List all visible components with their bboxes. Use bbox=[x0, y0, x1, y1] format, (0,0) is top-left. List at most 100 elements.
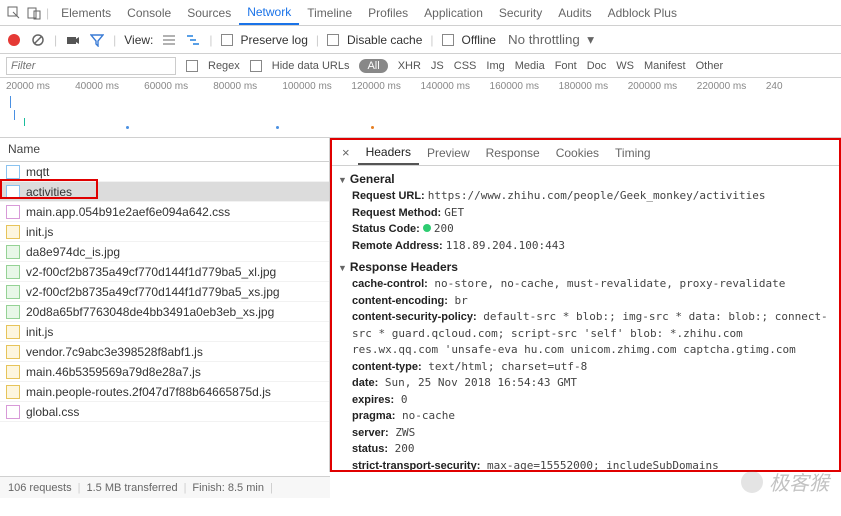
file-icon bbox=[6, 265, 20, 279]
tab-timeline[interactable]: Timeline bbox=[299, 1, 360, 25]
filter-input[interactable] bbox=[6, 57, 176, 75]
timeline[interactable]: 20000 ms40000 ms60000 ms80000 ms100000 m… bbox=[0, 78, 841, 138]
request-method: GET bbox=[444, 206, 464, 219]
file-icon bbox=[6, 245, 20, 259]
file-icon bbox=[6, 345, 20, 359]
tab-audits[interactable]: Audits bbox=[550, 1, 599, 25]
filter-css[interactable]: CSS bbox=[454, 60, 477, 72]
response-header-row: cache-control: no-store, no-cache, must-… bbox=[338, 276, 833, 293]
section-response-headers[interactable]: Response Headers bbox=[338, 258, 833, 276]
detail-tab-timing[interactable]: Timing bbox=[607, 141, 659, 165]
tab-network[interactable]: Network bbox=[239, 0, 299, 25]
detail-tab-headers[interactable]: Headers bbox=[358, 140, 419, 165]
regex-checkbox[interactable] bbox=[186, 60, 198, 72]
tab-application[interactable]: Application bbox=[416, 1, 491, 25]
inspect-icon[interactable] bbox=[6, 5, 22, 21]
file-icon bbox=[6, 385, 20, 399]
filter-doc[interactable]: Doc bbox=[587, 60, 607, 72]
hide-data-label: Hide data URLs bbox=[272, 60, 350, 72]
filter-font[interactable]: Font bbox=[555, 60, 577, 72]
file-icon bbox=[6, 165, 20, 179]
request-name: main.people-routes.2f047d7f88b64665875d.… bbox=[26, 385, 271, 399]
status-code: 200 bbox=[434, 222, 454, 235]
detail-tab-preview[interactable]: Preview bbox=[419, 141, 478, 165]
request-row[interactable]: mqtt bbox=[0, 162, 329, 182]
preserve-log-label: Preserve log bbox=[241, 33, 308, 47]
tab-security[interactable]: Security bbox=[491, 1, 550, 25]
request-row[interactable]: main.people-routes.2f047d7f88b64665875d.… bbox=[0, 382, 329, 402]
throttling-select[interactable]: No throttling ▾ bbox=[504, 30, 598, 50]
filter-ws[interactable]: WS bbox=[616, 60, 634, 72]
request-row[interactable]: global.css bbox=[0, 402, 329, 422]
hide-data-checkbox[interactable] bbox=[250, 60, 262, 72]
request-name: init.js bbox=[26, 225, 53, 239]
request-name: main.app.054b91e2aef6e094a642.css bbox=[26, 205, 230, 219]
request-name: v2-f00cf2b8735a49cf770d144f1d779ba5_xl.j… bbox=[26, 265, 276, 279]
request-row[interactable]: vendor.7c9abc3e398528f8abf1.js bbox=[0, 342, 329, 362]
record-icon[interactable] bbox=[6, 32, 22, 48]
tab-adblock-plus[interactable]: Adblock Plus bbox=[600, 1, 685, 25]
file-icon bbox=[6, 305, 20, 319]
request-name: main.46b5359569a79d8e28a7.js bbox=[26, 365, 201, 379]
tab-elements[interactable]: Elements bbox=[53, 1, 119, 25]
regex-label: Regex bbox=[208, 60, 240, 72]
response-header-row: date: Sun, 25 Nov 2018 16:54:43 GMT bbox=[338, 375, 833, 392]
filter-img[interactable]: Img bbox=[486, 60, 504, 72]
detail-tab-response[interactable]: Response bbox=[478, 141, 548, 165]
request-row[interactable]: main.46b5359569a79d8e28a7.js bbox=[0, 362, 329, 382]
disable-cache-checkbox[interactable] bbox=[327, 34, 339, 46]
request-row[interactable]: v2-f00cf2b8735a49cf770d144f1d779ba5_xl.j… bbox=[0, 262, 329, 282]
filter-manifest[interactable]: Manifest bbox=[644, 60, 686, 72]
request-row[interactable]: init.js bbox=[0, 322, 329, 342]
response-header-row: content-encoding: br bbox=[338, 293, 833, 310]
camera-icon[interactable] bbox=[65, 32, 81, 48]
response-header-row: content-security-policy: default-src * b… bbox=[338, 309, 833, 359]
detail-tab-cookies[interactable]: Cookies bbox=[548, 141, 607, 165]
filter-media[interactable]: Media bbox=[515, 60, 545, 72]
view-waterfall-icon[interactable] bbox=[185, 32, 201, 48]
offline-label: Offline bbox=[462, 33, 496, 47]
file-icon bbox=[6, 405, 20, 419]
device-icon[interactable] bbox=[26, 5, 42, 21]
file-icon bbox=[6, 185, 20, 199]
request-row[interactable]: main.app.054b91e2aef6e094a642.css bbox=[0, 202, 329, 222]
name-column-header[interactable]: Name bbox=[0, 138, 329, 162]
tab-sources[interactable]: Sources bbox=[179, 1, 239, 25]
response-header-row: pragma: no-cache bbox=[338, 408, 833, 425]
status-icon bbox=[423, 224, 431, 232]
detail-pane: × HeadersPreviewResponseCookiesTiming Ge… bbox=[330, 138, 841, 472]
request-row[interactable]: init.js bbox=[0, 222, 329, 242]
tab-console[interactable]: Console bbox=[119, 1, 179, 25]
offline-checkbox[interactable] bbox=[442, 34, 454, 46]
request-name: global.css bbox=[26, 405, 79, 419]
filter-xhr[interactable]: XHR bbox=[398, 60, 421, 72]
tab-profiles[interactable]: Profiles bbox=[360, 1, 416, 25]
response-header-row: expires: 0 bbox=[338, 392, 833, 409]
response-header-row: strict-transport-security: max-age=15552… bbox=[338, 458, 833, 471]
filter-other[interactable]: Other bbox=[696, 60, 724, 72]
clear-icon[interactable] bbox=[30, 32, 46, 48]
file-icon bbox=[6, 365, 20, 379]
request-name: da8e974dc_is.jpg bbox=[26, 245, 120, 259]
view-list-icon[interactable] bbox=[161, 32, 177, 48]
request-row[interactable]: 20d8a65bf7763048de4bb3491a0eb3eb_xs.jpg bbox=[0, 302, 329, 322]
request-row[interactable]: da8e974dc_is.jpg bbox=[0, 242, 329, 262]
preserve-log-checkbox[interactable] bbox=[221, 34, 233, 46]
remote-address: 118.89.204.100:443 bbox=[446, 239, 565, 252]
close-icon[interactable]: × bbox=[336, 145, 356, 160]
filter-all[interactable]: All bbox=[359, 59, 387, 73]
request-name: activities bbox=[26, 185, 72, 199]
response-header-row: server: ZWS bbox=[338, 425, 833, 442]
request-name: mqtt bbox=[26, 165, 49, 179]
request-name: 20d8a65bf7763048de4bb3491a0eb3eb_xs.jpg bbox=[26, 305, 274, 319]
section-general[interactable]: General bbox=[338, 170, 833, 188]
request-row[interactable]: v2-f00cf2b8735a49cf770d144f1d779ba5_xs.j… bbox=[0, 282, 329, 302]
request-row[interactable]: activities bbox=[0, 182, 329, 202]
view-label: View: bbox=[124, 33, 153, 47]
file-icon bbox=[6, 205, 20, 219]
request-name: v2-f00cf2b8735a49cf770d144f1d779ba5_xs.j… bbox=[26, 285, 280, 299]
status-bar: 106 requests| 1.5 MB transferred| Finish… bbox=[0, 476, 330, 498]
filter-js[interactable]: JS bbox=[431, 60, 444, 72]
request-url: https://www.zhihu.com/people/Geek_monkey… bbox=[428, 189, 766, 202]
filter-icon[interactable] bbox=[89, 32, 105, 48]
